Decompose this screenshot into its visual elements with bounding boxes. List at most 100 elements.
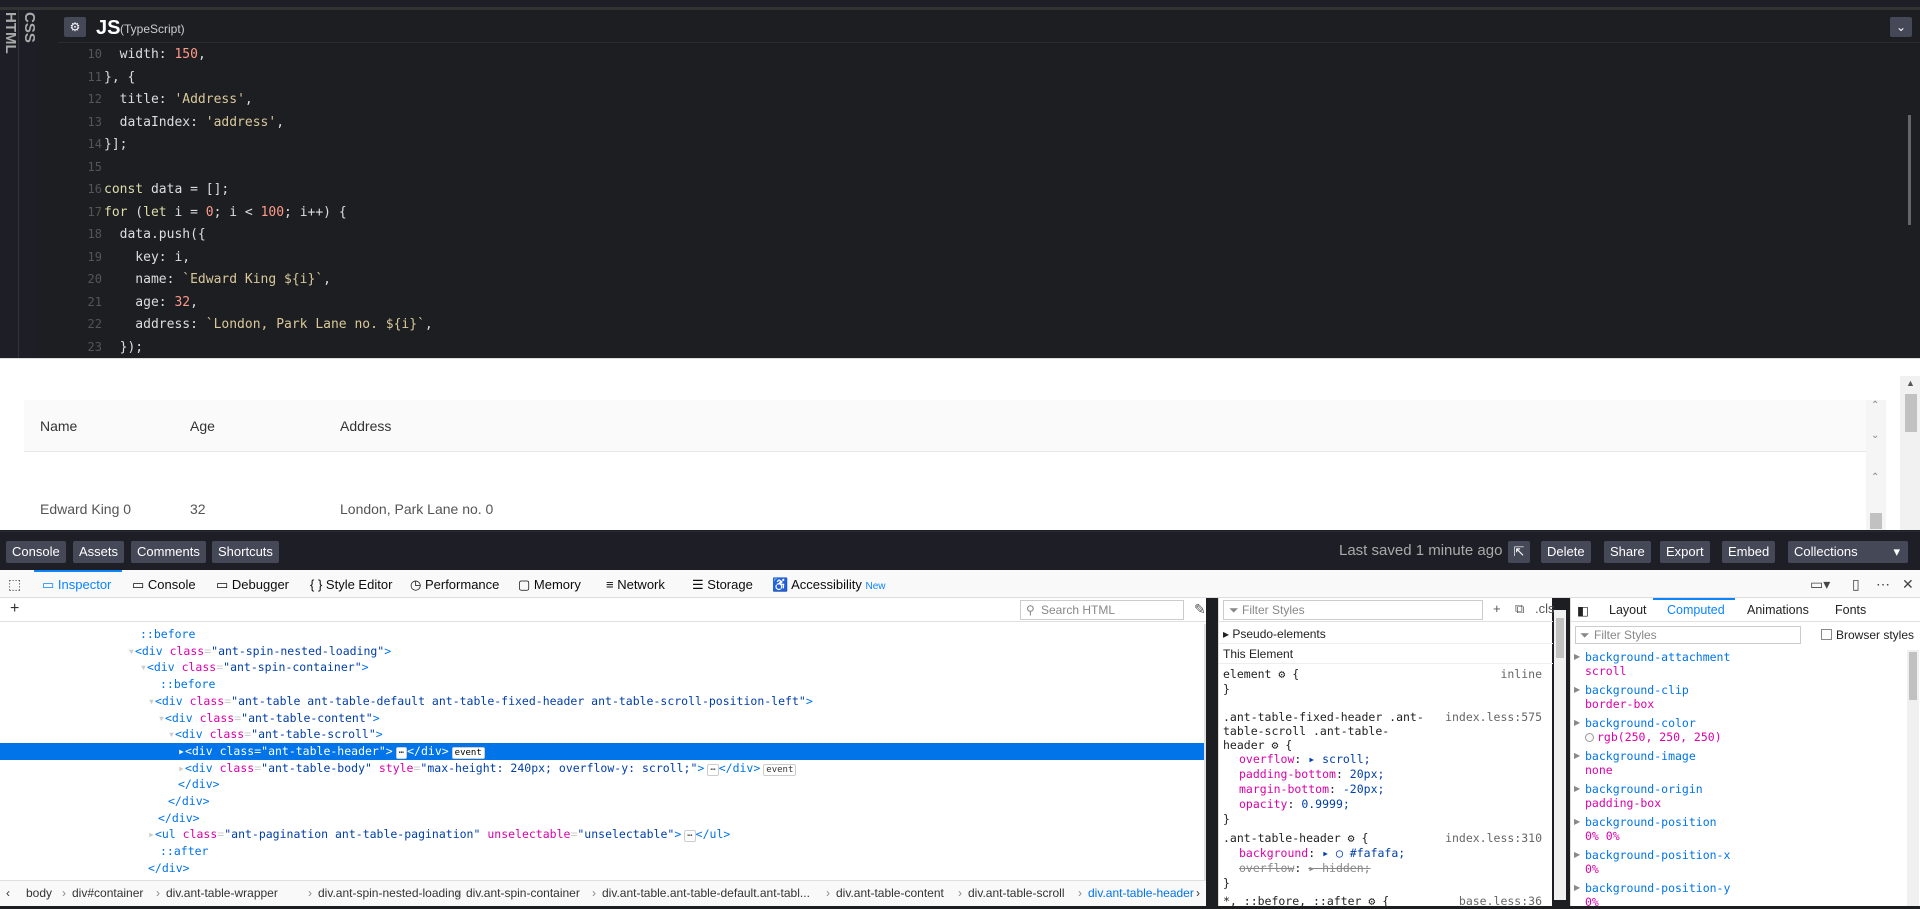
collections-dropdown[interactable]: Collections ▾ [1788,541,1908,563]
css-declaration[interactable]: opacity: 0.9999; [1239,797,1350,811]
console-button[interactable]: Console [6,541,66,563]
comments-button[interactable]: Comments [131,541,206,563]
selected-dom-node[interactable]: ▸<div class="ant-table-header"> ⋯ </div> ev… [0,742,1206,760]
more-options-icon[interactable]: ⋯ [1876,576,1890,593]
tab-storage[interactable]: ☰ Storage [692,577,753,593]
css-declaration[interactable]: overflow: ▸ scroll; [1239,752,1371,766]
code-line[interactable]: dataIndex: 'address', [104,115,284,130]
delete-button[interactable]: Delete [1541,541,1591,563]
preview-scrollbar[interactable]: ▲ [1900,376,1920,530]
preview-scroll-thumb[interactable] [1905,394,1917,432]
search-html-input[interactable]: ⚲ Search HTML [1020,600,1184,620]
breadcrumb-item[interactable]: div.ant-spin-container [466,881,580,905]
computed-filter-input[interactable]: ⏷ Filter Styles [1575,626,1801,644]
toggle-pseudo-classes-icon[interactable]: ⧉ [1515,601,1524,617]
breadcrumb-back-icon[interactable]: ‹ [6,881,10,905]
column-header-age[interactable]: Age [190,418,215,434]
code-line[interactable]: address: `London, Park Lane no. ${i}`, [104,317,432,332]
code-line[interactable]: age: 32, [104,295,198,310]
tab-performance[interactable]: ◷ Performance [410,577,499,593]
table-scrollbar[interactable]: ⌃ ⌄ ⌃ [1866,400,1886,530]
share-button[interactable]: Share [1604,541,1651,563]
dom-node[interactable]: ::before [0,626,1206,643]
breadcrumb-item[interactable]: div.ant-table-header [1088,881,1194,905]
rules-scrollbar[interactable] [1554,610,1566,900]
expand-triangle-icon[interactable]: ▶ [1574,784,1580,793]
toggle-sidebar-icon[interactable]: ◧ [1577,603,1589,618]
expand-triangle-icon[interactable]: ▶ [1574,751,1580,760]
dom-node[interactable]: ▾<div class="ant-table-scroll"> [0,726,1206,743]
rule1-source-link[interactable]: index.less:575 [1445,710,1542,724]
dom-node[interactable]: </div> [0,793,1206,810]
element-rule-source[interactable]: inline [1500,667,1542,681]
add-node-icon[interactable]: + [10,600,19,618]
eyedropper-icon[interactable]: ✎ [1194,601,1206,618]
code-line[interactable]: const data = []; [104,182,229,197]
code-line[interactable]: key: i, [104,250,190,265]
tab-memory[interactable]: ▢ Memory [518,577,581,593]
tab-accessibility[interactable]: ♿ Accessibility New [772,577,886,593]
cls-toggle-button[interactable]: .cls [1535,601,1555,616]
editor-scrollbar[interactable] [1908,115,1911,225]
expand-triangle-icon[interactable]: ▶ [1574,850,1580,859]
code-line[interactable]: for (let i = 0; i < 100; i++) { [104,205,347,220]
breadcrumb-item[interactable]: div.ant-spin-nested-loading [318,881,461,905]
tab-computed[interactable]: Computed [1667,603,1725,617]
column-header-address[interactable]: Address [340,418,391,434]
tab-layout[interactable]: Layout [1609,603,1647,617]
preview-scroll-up-icon[interactable]: ▲ [1906,378,1915,388]
close-devtools-icon[interactable]: ✕ [1902,576,1914,593]
filter-styles-input[interactable]: ⏷ Filter Styles [1223,600,1483,620]
scroll-up-chevron-icon[interactable]: ⌃ [1871,400,1879,411]
dom-node[interactable]: ▾<div class="ant-spin-nested-loading"> [0,643,1206,660]
expand-triangle-icon[interactable]: ▶ [1574,685,1580,694]
breadcrumb-item[interactable]: div.ant-table-wrapper [166,881,278,905]
code-line[interactable]: }); [104,340,144,355]
expand-triangle-icon[interactable]: ▶ [1574,883,1580,892]
code-line[interactable]: data.push({ [104,227,206,242]
color-swatch-icon[interactable] [1585,733,1594,742]
css-declaration[interactable]: margin-bottom: -20px; [1239,782,1384,796]
tab-style-editor[interactable]: { } Style Editor [310,577,392,592]
breadcrumb-item[interactable]: div.ant-table.ant-table-default.ant-tabl… [602,881,810,905]
computed-scroll-thumb[interactable] [1909,652,1917,700]
breadcrumb-item[interactable]: div#container [72,881,143,905]
code-line[interactable]: }]; [104,137,127,152]
expand-triangle-icon[interactable]: ▶ [1574,817,1580,826]
tab-network[interactable]: ≡ Network [606,577,665,592]
scroll-down-chevron-icon[interactable]: ⌄ [1871,430,1879,441]
tab-debugger[interactable]: ▭ Debugger [216,577,289,593]
css-declaration[interactable]: background: ▸ ◯ #fafafa; [1239,846,1405,860]
code-editor[interactable]: 10 width: 150, 11}, {12 title: 'Address',… [58,45,1910,358]
js-settings-gear-icon[interactable]: ⚙ [64,17,86,37]
tab-html[interactable]: HTML [2,12,19,54]
responsive-design-icon[interactable]: ▯ [1852,576,1860,593]
dom-node[interactable]: ::after [0,843,1206,860]
shortcuts-button[interactable]: Shortcuts [212,541,279,563]
css-declaration[interactable]: padding-bottom: 20px; [1239,767,1384,781]
tab-fonts[interactable]: Fonts [1835,603,1866,617]
tab-console[interactable]: ▭ Console [132,577,196,593]
element-picker-icon[interactable]: ⬚ [8,576,21,593]
assets-button[interactable]: Assets [73,541,125,563]
expand-triangle-icon[interactable]: ▶ [1574,718,1580,727]
scroll-up-chevron-icon[interactable]: ⌃ [1871,472,1879,483]
dock-options-icon[interactable]: ▭▾ [1810,576,1830,593]
dom-node[interactable]: ▸<div class="ant-table-body" style="max-… [0,760,1206,777]
code-line[interactable]: title: 'Address', [104,92,253,107]
embed-button[interactable]: Embed [1722,541,1776,563]
dom-node[interactable]: ▾<div class="ant-table ant-table-default… [0,693,1206,710]
table-scroll-thumb[interactable] [1870,513,1882,529]
rules-scroll-thumb[interactable] [1556,618,1564,658]
add-rule-icon[interactable]: + [1493,601,1501,616]
breadcrumb-item[interactable]: body [26,881,52,905]
expand-triangle-icon[interactable]: ▶ [1574,652,1580,661]
code-line[interactable]: name: `Edward King ${i}`, [104,272,331,287]
tab-inspector[interactable]: ▭ Inspector [42,577,111,593]
open-external-icon[interactable]: ⇱ [1508,541,1530,563]
code-line[interactable]: }, { [104,70,135,85]
computed-scrollbar[interactable] [1907,650,1919,906]
tab-css[interactable]: CSS [21,12,38,43]
pseudo-elements-section[interactable]: ▸ Pseudo-elements [1219,624,1553,644]
dom-node[interactable]: ▾<div class="ant-spin-container"> [0,659,1206,676]
